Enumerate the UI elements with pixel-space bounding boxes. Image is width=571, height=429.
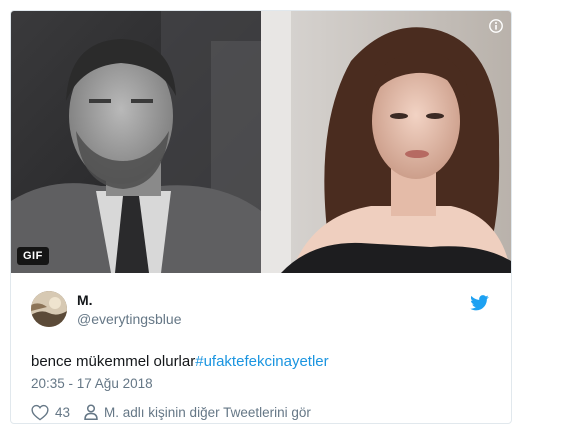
avatar-image xyxy=(31,291,67,327)
gif-badge: GIF xyxy=(17,247,49,265)
hashtag-link[interactable]: #ufaktefekcinayetler xyxy=(195,353,328,370)
tweet-actions: 43 M. adlı kişinin diğer Tweetlerini gör xyxy=(31,403,311,421)
tweet-timestamp[interactable]: 20:35 - 17 Ağu 2018 xyxy=(31,376,153,391)
tweet-text: bence mükemmel olurlar#ufaktefekcinayetl… xyxy=(31,353,329,370)
profile-link[interactable]: M. adlı kişinin diğer Tweetlerini gör xyxy=(104,405,311,420)
gif-frame xyxy=(11,11,511,273)
tweet-body: M. @everytingsblue bence mükemmel olurla… xyxy=(11,273,511,423)
person-icon xyxy=(84,404,98,420)
like-count: 43 xyxy=(55,404,71,420)
author-handle[interactable]: @everytingsblue xyxy=(77,311,182,327)
author-name[interactable]: M. xyxy=(77,292,93,308)
heart-icon[interactable] xyxy=(31,404,49,421)
twitter-bird-icon[interactable] xyxy=(470,295,489,311)
info-icon[interactable] xyxy=(489,19,503,33)
avatar[interactable] xyxy=(31,291,67,327)
embedded-tweet-card: GIF M. @everytingsblue bence mükemmel ol… xyxy=(10,10,512,424)
gif-media[interactable]: GIF xyxy=(11,11,511,273)
tweet-text-plain: bence mükemmel olurlar xyxy=(31,353,196,370)
